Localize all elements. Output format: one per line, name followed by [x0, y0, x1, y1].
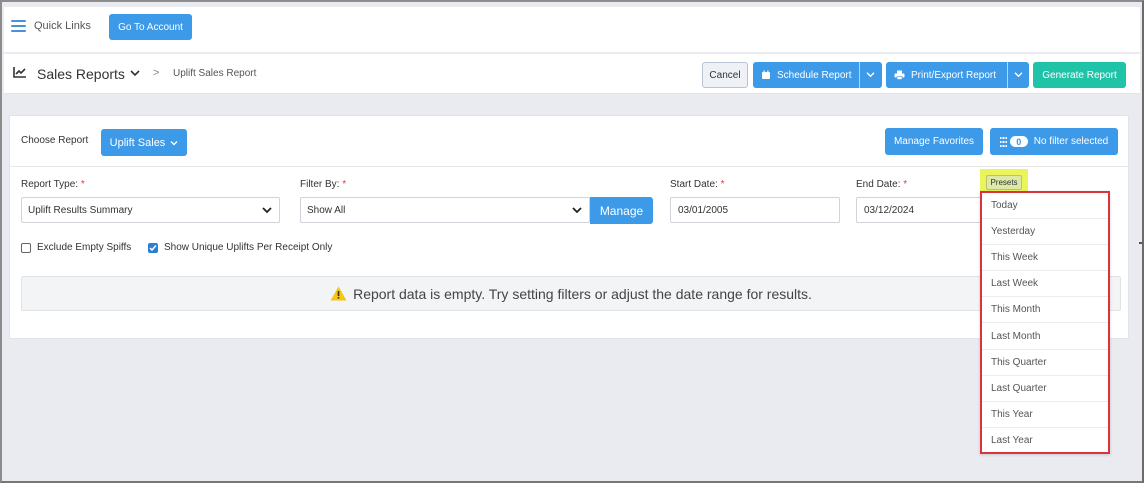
go-to-account-button[interactable]: Go To Account	[109, 14, 192, 40]
show-unique-uplifts-checkbox[interactable]	[148, 242, 158, 253]
filter-count-badge: 0	[1009, 136, 1028, 147]
breadcrumb: Uplift Sales Report	[173, 68, 257, 79]
report-card: Choose Report Uplift Sales Manage Favori…	[9, 115, 1129, 339]
split-divider	[859, 62, 860, 88]
page-header: Sales Reports > Uplift Sales Report Canc…	[4, 54, 1140, 94]
page-title[interactable]: Sales Reports	[37, 66, 125, 82]
end-date-input[interactable]: 03/12/2024	[856, 197, 986, 223]
preset-last-month[interactable]: Last Month	[982, 323, 1108, 350]
filter-by-select[interactable]: Show All	[300, 197, 590, 223]
preset-this-week[interactable]: This Week	[982, 245, 1108, 272]
presets-menu: Today Yesterday This Week Last Week This…	[980, 191, 1110, 454]
report-type-value: Uplift Results Summary	[28, 204, 133, 216]
print-export-button[interactable]: Print/Export Report	[886, 62, 1029, 88]
preset-last-quarter[interactable]: Last Quarter	[982, 376, 1108, 402]
exclude-empty-spiffs-option[interactable]: Exclude Empty Spiffs	[21, 242, 131, 253]
warning-icon	[330, 286, 347, 301]
manage-button[interactable]: Manage	[590, 197, 653, 224]
empty-report-message: Report data is empty. Try setting filter…	[21, 276, 1121, 311]
calendar-icon	[761, 70, 771, 80]
quick-links-link[interactable]: Quick Links	[34, 20, 91, 32]
no-filter-label: No filter selected	[1033, 136, 1109, 147]
print-export-label: Print/Export Report	[911, 69, 997, 81]
presets-button[interactable]: Presets	[986, 175, 1022, 190]
divider	[10, 166, 1128, 167]
filter-icon	[999, 136, 1007, 147]
filter-button[interactable]: 0 No filter selected	[990, 128, 1118, 155]
generate-report-button[interactable]: Generate Report	[1033, 62, 1126, 88]
choose-report-dropdown[interactable]: Uplift Sales	[101, 129, 187, 156]
choose-report-label: Choose Report	[21, 135, 89, 146]
chevron-down-icon	[262, 207, 272, 214]
report-type-label: Report Type: *	[21, 179, 85, 190]
schedule-report-button[interactable]: Schedule Report	[753, 62, 882, 88]
empty-message-text: Report data is empty. Try setting filter…	[353, 285, 812, 302]
preset-this-month[interactable]: This Month	[982, 297, 1108, 324]
line-chart-icon	[13, 67, 26, 78]
schedule-report-label: Schedule Report	[777, 69, 852, 81]
chevron-down-icon[interactable]	[130, 69, 140, 77]
start-date-label: Start Date: *	[670, 179, 725, 190]
breadcrumb-separator-icon: >	[153, 67, 160, 79]
end-date-label: End Date: *	[856, 179, 908, 190]
preset-yesterday[interactable]: Yesterday	[982, 219, 1108, 246]
filter-by-label: Filter By: *	[300, 179, 347, 190]
chevron-down-icon	[572, 207, 582, 214]
chevron-down-icon[interactable]	[866, 71, 875, 78]
show-unique-uplifts-option[interactable]: Show Unique Uplifts Per Receipt Only	[148, 242, 332, 253]
filter-by-value: Show All	[307, 204, 346, 216]
preset-last-week[interactable]: Last Week	[982, 271, 1108, 298]
choose-report-value: Uplift Sales	[109, 136, 166, 149]
preset-this-year[interactable]: This Year	[982, 402, 1108, 428]
chevron-down-icon[interactable]	[1014, 71, 1023, 78]
app-window: Quick Links Go To Account Sales Reports …	[0, 0, 1144, 483]
preset-today[interactable]: Today	[982, 193, 1108, 220]
start-date-input[interactable]: 03/01/2005	[670, 197, 840, 223]
preset-last-year[interactable]: Last Year	[982, 428, 1108, 454]
resize-handle	[1139, 242, 1142, 244]
printer-icon	[894, 70, 905, 80]
chevron-down-icon	[170, 140, 178, 145]
cancel-button[interactable]: Cancel	[702, 62, 748, 88]
top-bar: Quick Links Go To Account	[4, 7, 1140, 52]
show-unique-uplifts-label: Show Unique Uplifts Per Receipt Only	[164, 242, 333, 253]
menu-icon[interactable]	[11, 20, 26, 32]
manage-favorites-button[interactable]: Manage Favorites	[885, 128, 983, 155]
checkmark-icon	[149, 244, 157, 251]
split-divider	[1007, 62, 1008, 88]
exclude-empty-spiffs-checkbox[interactable]	[21, 242, 31, 253]
exclude-empty-spiffs-label: Exclude Empty Spiffs	[37, 242, 132, 253]
report-type-select[interactable]: Uplift Results Summary	[21, 197, 280, 223]
preset-this-quarter[interactable]: This Quarter	[982, 350, 1108, 376]
